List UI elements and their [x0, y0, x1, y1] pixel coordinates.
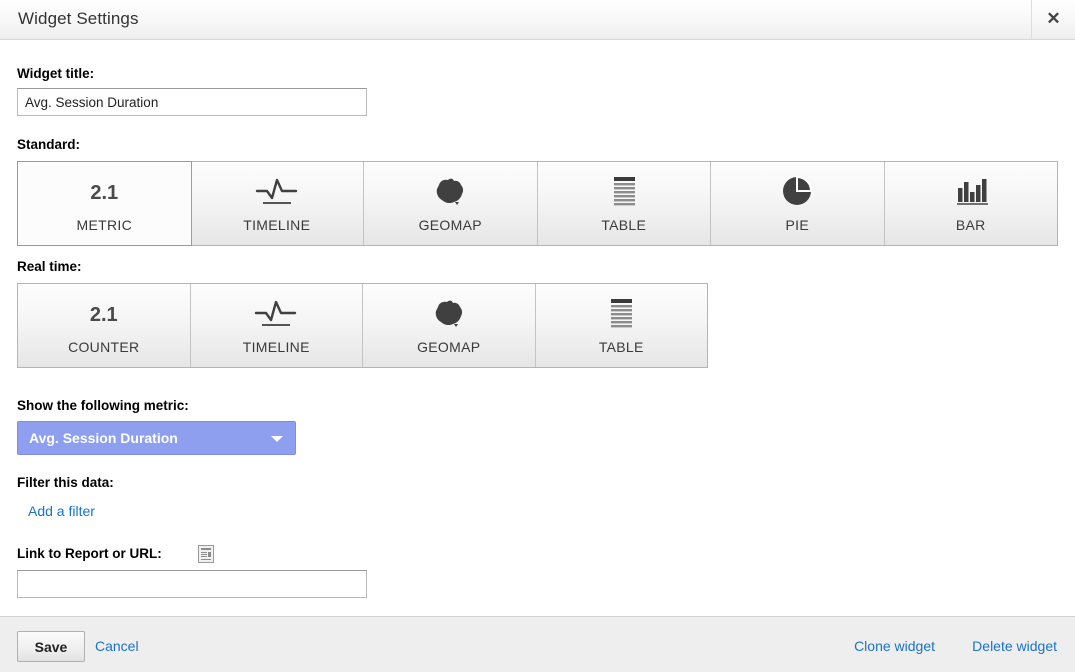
standard-type-selector: 2.1 METRICTIMELINEGEOMAPTABLEPIEBAR: [17, 161, 1058, 246]
metric-dropdown[interactable]: Avg. Session Duration: [17, 421, 296, 455]
metric-dropdown-value: Avg. Session Duration: [29, 430, 178, 446]
delete-widget-link[interactable]: Delete widget: [972, 638, 1057, 654]
realtime-type-label: TIMELINE: [191, 339, 363, 355]
standard-type-label: METRIC: [18, 217, 191, 233]
geomap-australia-icon: [364, 174, 537, 212]
pie-chart-icon: [711, 174, 884, 212]
standard-pie-button[interactable]: PIE: [711, 162, 885, 245]
realtime-timeline-button[interactable]: TIMELINE: [191, 284, 364, 367]
standard-type-label: TABLE: [538, 217, 711, 233]
filter-label: Filter this data:: [17, 475, 114, 491]
metric-number-text: 2.1: [18, 296, 190, 334]
bar-chart-icon: [885, 174, 1058, 212]
save-button[interactable]: Save: [17, 631, 85, 662]
metric-number-text: 2.1: [18, 174, 191, 212]
dialog-title: Widget Settings: [18, 9, 139, 29]
link-to-report-label: Link to Report or URL:: [17, 546, 162, 562]
realtime-type-label: GEOMAP: [363, 339, 535, 355]
widget-title-label: Widget title:: [17, 66, 94, 82]
standard-metric-button[interactable]: 2.1 METRIC: [17, 161, 192, 246]
realtime-geomap-button[interactable]: GEOMAP: [363, 284, 536, 367]
standard-type-label: GEOMAP: [364, 217, 537, 233]
dialog-footer: Save Cancel Clone widget Delete widget: [0, 616, 1075, 672]
chevron-down-icon: [271, 436, 283, 442]
realtime-counter-button[interactable]: 2.1 COUNTER: [18, 284, 191, 367]
standard-type-label: BAR: [885, 217, 1058, 233]
dialog-titlebar: Widget Settings ✕: [0, 0, 1075, 40]
standard-bar-button[interactable]: BAR: [885, 162, 1058, 245]
close-icon: ✕: [1032, 10, 1075, 28]
table-rows-icon: [536, 296, 708, 334]
realtime-type-label: TABLE: [536, 339, 708, 355]
report-page-icon[interactable]: [198, 545, 214, 563]
realtime-type-label: COUNTER: [18, 339, 190, 355]
realtime-table-button[interactable]: TABLE: [536, 284, 708, 367]
add-filter-link[interactable]: Add a filter: [28, 503, 95, 519]
standard-table-button[interactable]: TABLE: [538, 162, 712, 245]
realtime-section-label: Real time:: [17, 259, 82, 275]
close-button[interactable]: ✕: [1031, 0, 1075, 39]
standard-section-label: Standard:: [17, 137, 80, 153]
timeline-line-icon: [191, 296, 363, 334]
widget-title-input[interactable]: [17, 88, 367, 116]
realtime-type-selector: 2.1 COUNTERTIMELINEGEOMAPTABLE: [17, 283, 708, 368]
metric-label: Show the following metric:: [17, 398, 189, 414]
metric-number-icon: 2.1: [18, 174, 191, 212]
standard-type-label: TIMELINE: [191, 217, 364, 233]
link-to-report-input[interactable]: [17, 570, 367, 598]
clone-widget-link[interactable]: Clone widget: [854, 638, 935, 654]
standard-timeline-button[interactable]: TIMELINE: [191, 162, 365, 245]
table-rows-icon: [538, 174, 711, 212]
dialog-body: Widget title: Standard: 2.1METRICTIMELIN…: [0, 40, 1075, 616]
geomap-australia-icon: [363, 296, 535, 334]
metric-number-icon: 2.1: [18, 296, 190, 334]
timeline-line-icon: [191, 174, 364, 212]
cancel-link[interactable]: Cancel: [95, 638, 139, 654]
standard-type-label: PIE: [711, 217, 884, 233]
standard-geomap-button[interactable]: GEOMAP: [364, 162, 538, 245]
